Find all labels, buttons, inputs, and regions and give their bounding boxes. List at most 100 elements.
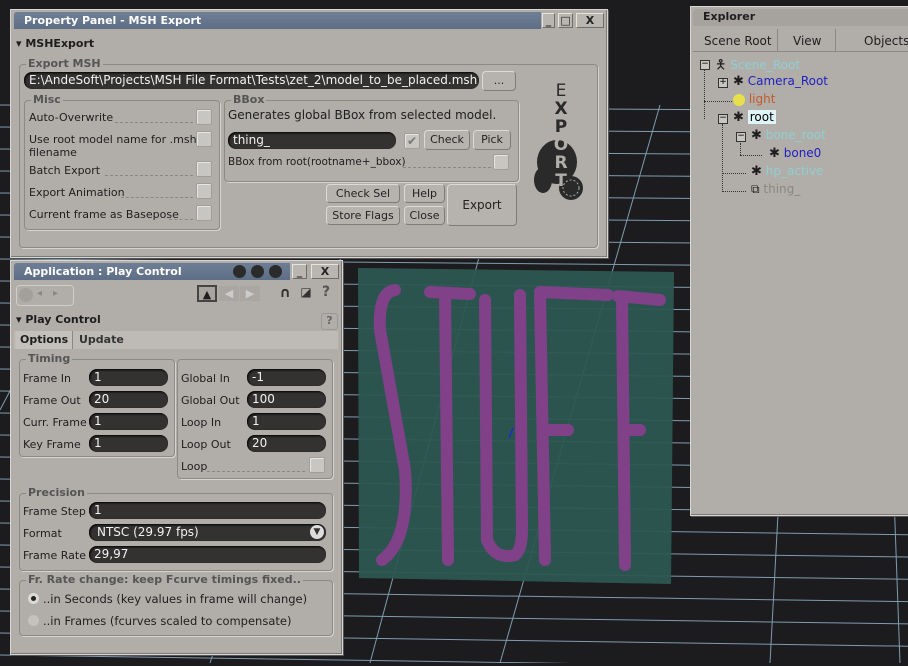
curr-frame-label: Curr. Frame [23,416,87,429]
tree-item-thing[interactable]: ⧉ thing_ [751,182,800,197]
minimize-button[interactable]: _ [292,264,307,279]
section-help-button[interactable]: ? [321,313,338,330]
frame-step-input[interactable]: 1 [89,502,326,519]
forward-arrow-button[interactable]: ▶ [240,286,260,301]
tree-item-hp-active[interactable]: ✱ hp_active [751,164,823,179]
expand-camera-root[interactable]: + [718,78,728,88]
frame-rate-label: Frame Rate [23,549,86,562]
bbox-model-checkbox[interactable]: ✔ [404,133,420,149]
svg-text:O: O [554,135,568,155]
msh-path-input[interactable]: E:\AndeSoft\Projects\MSH File Format\Tes… [24,72,479,89]
in-seconds-label: ..in Seconds (key values in frame will c… [43,592,308,606]
collapse-scene-root[interactable]: − [700,60,710,70]
export-button[interactable]: Export [447,184,517,226]
group-label: Misc [31,93,63,106]
frame-rate-input[interactable]: 29,97 [89,546,326,563]
bbox-description: Generates global BBox from selected mode… [228,108,497,122]
in-frames-radio[interactable] [28,615,39,626]
format-selected-value: NTSC (29.97 fps) [97,525,199,539]
pick-button[interactable]: Pick [473,130,511,150]
back-arrow-button[interactable]: ◀ [219,286,239,301]
menu-divider [835,29,836,51]
group-label: Precision [26,486,87,499]
help-button[interactable]: Help [404,184,445,203]
tree-item-root[interactable]: ✱ root [733,110,776,125]
loop-in-input[interactable]: 1 [247,413,326,430]
tree-item-light[interactable]: light [733,92,775,106]
svg-text:T: T [555,171,567,191]
tree-item-bone-root[interactable]: ✱ bone_root [751,128,826,143]
in-seconds-radio[interactable] [28,593,39,604]
global-out-input[interactable]: 100 [247,391,326,408]
play-control-section-header[interactable]: ▾ Play Control [16,313,101,326]
menu-objects[interactable]: Objects [864,34,908,48]
bbox-from-root-checkbox[interactable] [493,154,509,170]
property-panel-window: Property Panel - MSH Export _ □ X ▾ MSHE… [10,9,608,258]
group-label: Fr. Rate change: keep Fcurve timings fix… [26,573,303,586]
loop-out-input[interactable]: 20 [247,435,326,452]
light-icon [733,93,745,106]
batch-export-checkbox[interactable] [196,161,212,177]
next-icon[interactable]: ▸ [53,288,58,299]
global-in-input[interactable]: -1 [247,369,326,386]
play-control-titlebar[interactable]: Application : Play Control _ X [14,263,339,280]
maximize-button[interactable]: □ [558,13,573,28]
key-frame-input[interactable]: 1 [89,435,168,452]
auto-overwrite-checkbox[interactable] [196,109,212,125]
camera-null-icon: ✱ [733,74,744,89]
user-icon[interactable] [269,265,282,278]
explorer-title: Explorer [703,10,756,23]
use-root-name-checkbox[interactable] [196,131,212,147]
help-icon[interactable]: ? [317,284,335,302]
group-label: Export MSH [26,57,103,70]
menu-scene-root[interactable]: Scene Root [704,34,772,48]
minimize-button[interactable]: _ [542,13,555,28]
store-flags-button[interactable]: Store Flags [326,206,400,225]
check-sel-button[interactable]: Check Sel [326,184,400,203]
frame-step-label: Frame Step [23,505,86,518]
export-animation-label: Export Animation [29,186,125,199]
basepose-label: Current frame as Basepose [29,208,179,221]
frame-out-label: Frame Out [23,394,81,407]
collapse-bone-root[interactable]: − [736,132,746,142]
property-panel-titlebar[interactable]: Property Panel - MSH Export _ □ X [14,12,604,29]
loop-checkbox[interactable] [309,457,325,473]
prev-icon[interactable]: ◂ [37,288,42,299]
loop-out-label: Loop Out [181,438,231,451]
format-select[interactable]: NTSC (29.97 fps) ▼ [89,524,326,541]
collapse-root[interactable]: − [718,114,728,124]
check-button[interactable]: Check [424,130,470,150]
window-title: Property Panel - MSH Export [14,12,541,29]
menu-view[interactable]: View [793,34,821,48]
geometry-icon: ⧉ [751,182,760,196]
tab-update[interactable]: Update [77,331,126,349]
batch-export-label: Batch Export [29,164,101,177]
collapse-arrow-icon: ▾ [16,37,26,50]
close-button[interactable]: Close [404,206,445,225]
close-window-button[interactable]: X [576,13,604,28]
explorer-window: Explorer Scene Root View Objects − 🯅 Sce… [690,6,908,516]
frame-in-input[interactable]: 1 [89,369,168,386]
globe-icon[interactable] [251,265,264,278]
browse-button[interactable]: ... [482,71,516,91]
owl-icon[interactable] [233,265,246,278]
export-animation-checkbox[interactable] [196,183,212,199]
curr-frame-input[interactable]: 1 [89,413,168,430]
close-window-button[interactable]: X [311,264,339,279]
use-root-name-label: Use root model name for .msh [29,133,197,146]
scene-root-icon: 🯅 [715,58,727,73]
loop-in-label: Loop In [181,416,222,429]
tree-item-camera-root[interactable]: ✱ Camera_Root [733,74,828,89]
undo-icon[interactable]: ∩ [276,285,294,303]
svg-text:P: P [555,117,567,137]
mshexport-section-header[interactable]: ▾ MSHExport [16,37,94,50]
basepose-checkbox[interactable] [196,205,212,221]
panel-icon[interactable]: ◪ [297,285,315,303]
up-arrow-button[interactable]: ▲ [197,285,217,302]
tree-item-bone0[interactable]: ✱ bone0 [769,146,821,161]
bbox-model-input[interactable]: thing_ [228,132,396,149]
auto-overwrite-label: Auto-Overwrite [29,111,114,124]
tab-options[interactable]: Options [16,331,74,349]
key-icon[interactable] [19,288,33,302]
frame-out-input[interactable]: 20 [89,391,168,408]
